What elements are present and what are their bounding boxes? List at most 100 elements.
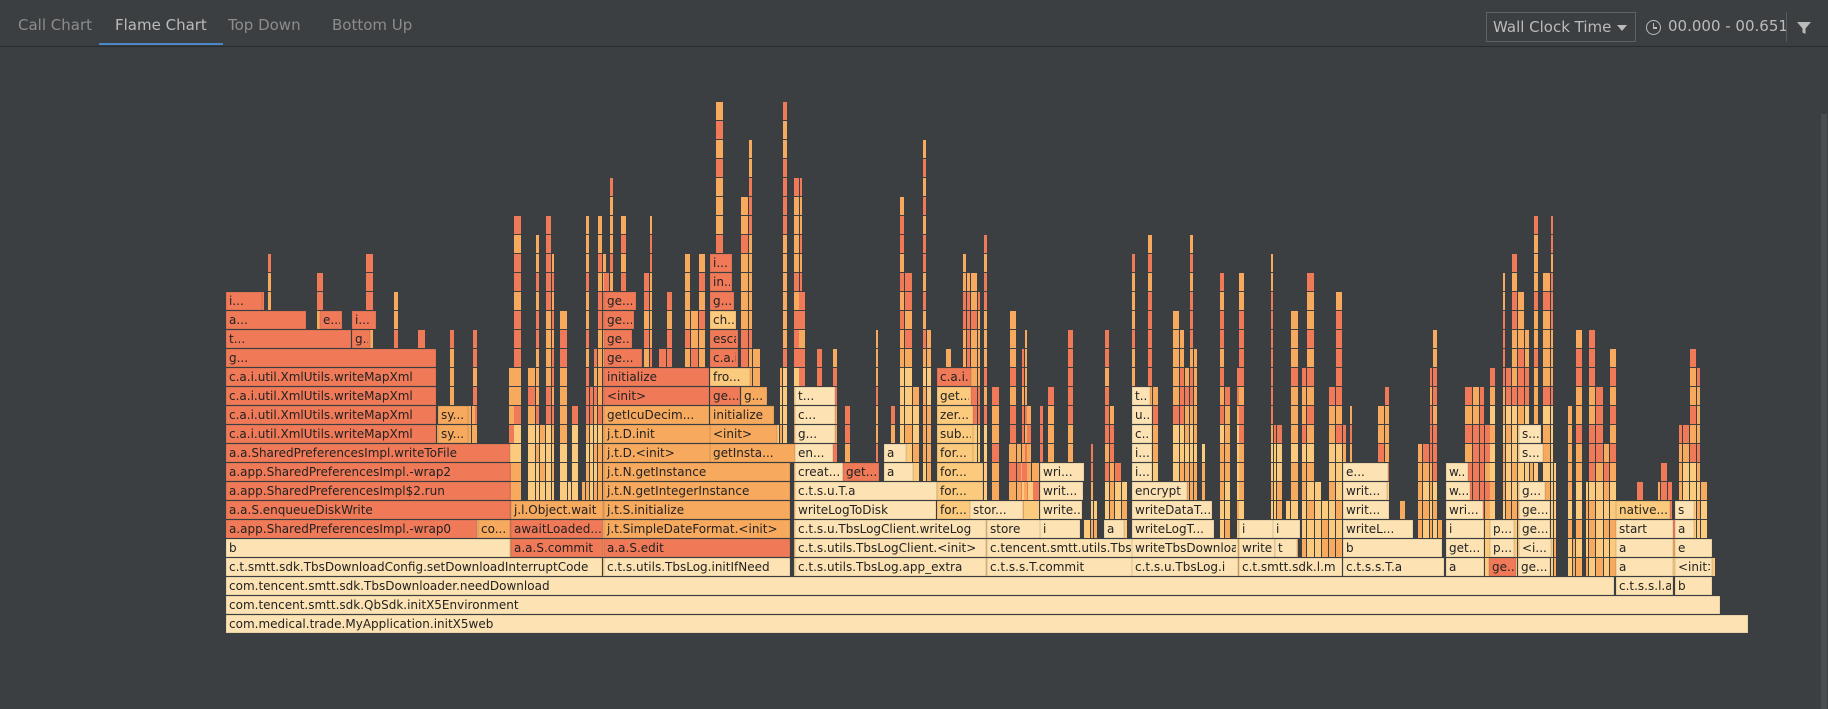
flame-frame-sliver[interactable] (1512, 463, 1517, 481)
flame-frame-sliver[interactable] (1322, 520, 1328, 538)
flame-frame-sliver[interactable] (1679, 482, 1682, 500)
flame-frame-sliver[interactable] (1153, 444, 1158, 462)
flame-frame-sliver[interactable] (1485, 444, 1490, 462)
flame-frame-sliver[interactable] (1190, 425, 1193, 443)
flame-frame-sliver[interactable] (1185, 425, 1189, 443)
flame-frame-sliver[interactable] (514, 368, 521, 386)
flame-frame-sliver[interactable] (1697, 520, 1700, 538)
flame-frame-sliver[interactable] (927, 463, 931, 481)
flame-frame-sliver[interactable] (1173, 368, 1179, 386)
flame-frame-sliver[interactable] (594, 425, 597, 443)
flame-frame[interactable]: w... (1445, 481, 1471, 501)
flame-frame-sliver[interactable] (1576, 368, 1582, 386)
flame-frame-sliver[interactable] (905, 406, 912, 424)
flame-frame-sliver[interactable] (1194, 482, 1197, 500)
flame-frame-sliver[interactable] (817, 349, 822, 367)
flame-frame-sliver[interactable] (1573, 539, 1575, 557)
flame-frame[interactable]: c.a.i.util.XmlUtils.writeMapXml (225, 367, 437, 387)
flame-frame-sliver[interactable] (1490, 501, 1495, 519)
flame-frame-sliver[interactable] (800, 178, 802, 196)
flame-frame-sliver[interactable] (1596, 558, 1603, 576)
flame-frame-sliver[interactable] (1132, 311, 1135, 329)
flame-frame-sliver[interactable] (1589, 387, 1595, 405)
flame-frame-sliver[interactable] (1485, 539, 1490, 557)
flame-frame[interactable]: awaitLoaded... (510, 519, 604, 539)
flame-frame-sliver[interactable] (685, 273, 690, 291)
flame-frame-sliver[interactable] (650, 254, 652, 272)
flame-frame-sliver[interactable] (800, 235, 802, 253)
flame-frame-sliver[interactable] (1350, 425, 1352, 443)
flame-frame-sliver[interactable] (1220, 330, 1224, 348)
flame-frame-sliver[interactable] (1473, 425, 1479, 443)
flame-frame-sliver[interactable] (1418, 444, 1422, 462)
flame-frame[interactable]: c.a.i.u.XmlUtils.writeValueXml (936, 367, 1120, 387)
flame-frame[interactable]: i... (1131, 462, 1153, 482)
flame-frame-sliver[interactable] (978, 330, 980, 348)
flame-frame-sliver[interactable] (1302, 425, 1306, 443)
flame-frame-sliver[interactable] (1307, 292, 1314, 310)
flame-frame-sliver[interactable] (1025, 444, 1027, 462)
flame-frame-sliver[interactable] (783, 406, 787, 424)
flame-frame-sliver[interactable] (799, 311, 805, 329)
flame-frame[interactable]: j.t.D.<init> (603, 443, 712, 463)
flame-frame-sliver[interactable] (546, 273, 551, 291)
flame-frame-sliver[interactable] (1148, 349, 1152, 367)
flame-frame-sliver[interactable] (1322, 501, 1328, 519)
flame-frame-sliver[interactable] (794, 292, 799, 310)
flame-frame-sliver[interactable] (1543, 349, 1550, 367)
flame-frame-sliver[interactable] (783, 368, 787, 386)
flame-frame[interactable]: get... (1445, 538, 1485, 558)
flame-frame-sliver[interactable] (1604, 520, 1609, 538)
flame-frame[interactable]: c... (1131, 424, 1153, 444)
flame-frame-sliver[interactable] (528, 463, 535, 481)
flame-frame-sliver[interactable] (923, 406, 926, 424)
flame-frame-sliver[interactable] (984, 406, 987, 424)
flame-frame-sliver[interactable] (644, 311, 649, 329)
flame-frame-sliver[interactable] (586, 387, 589, 405)
flame-frame[interactable]: s... (1518, 424, 1542, 444)
flame-frame-sliver[interactable] (1194, 368, 1197, 386)
flame-frame-sliver[interactable] (590, 406, 593, 424)
flame-frame-sliver[interactable] (598, 254, 602, 272)
flame-frame-sliver[interactable] (1385, 406, 1389, 424)
flame-frame-sliver[interactable] (794, 178, 799, 196)
flame-frame[interactable]: c.a.i.util.XmlUtils.writeMapXml (225, 405, 437, 425)
flame-frame-sliver[interactable] (546, 235, 551, 253)
flame-frame-sliver[interactable] (876, 368, 878, 386)
flame-frame-sliver[interactable] (1180, 406, 1184, 424)
flame-frame[interactable]: writeLogToDisk (794, 500, 937, 520)
flame-frame[interactable]: getInsta... (709, 443, 798, 463)
flame-frame-sliver[interactable] (845, 406, 850, 424)
flame-frame-sliver[interactable] (984, 425, 987, 443)
flame-frame-sliver[interactable] (1277, 425, 1282, 443)
flame-frame-sliver[interactable] (394, 330, 398, 348)
flame-frame-sliver[interactable] (1336, 482, 1342, 500)
flame-frame[interactable]: get... (936, 386, 972, 406)
flame-frame[interactable]: t... (225, 329, 352, 349)
flame-frame-sliver[interactable] (1132, 273, 1135, 291)
flame-frame-sliver[interactable] (984, 349, 987, 367)
flame-frame-sliver[interactable] (905, 311, 912, 329)
flame-frame-sliver[interactable] (1604, 558, 1609, 576)
flame-frame-sliver[interactable] (598, 330, 602, 348)
flame-frame-sliver[interactable] (1194, 349, 1197, 367)
flame-frame-bar[interactable] (225, 348, 437, 368)
flame-frame-sliver[interactable] (1022, 387, 1024, 405)
flame-frame-sliver[interactable] (923, 140, 926, 158)
flame-frame[interactable]: a.app.SharedPreferencesImpl.-wrap2 (225, 462, 511, 482)
flame-frame-sliver[interactable] (560, 349, 567, 367)
flame-frame-sliver[interactable] (1551, 273, 1553, 291)
flame-frame-sliver[interactable] (1239, 292, 1244, 310)
tab-call-chart[interactable]: Call Chart (18, 0, 92, 44)
flame-frame[interactable]: <i... (1518, 538, 1552, 558)
flame-frame-sliver[interactable] (1554, 520, 1556, 538)
flame-frame-sliver[interactable] (546, 387, 551, 405)
flame-frame-sliver[interactable] (716, 102, 723, 120)
flame-frame-sliver[interactable] (1433, 349, 1437, 367)
flame-frame-sliver[interactable] (1506, 387, 1511, 405)
flame-frame-sliver[interactable] (1589, 558, 1595, 576)
flame-frame-sliver[interactable] (1239, 501, 1244, 519)
flame-frame-sliver[interactable] (967, 330, 970, 348)
flame-frame-sliver[interactable] (1576, 482, 1582, 500)
flame-frame-sliver[interactable] (473, 330, 477, 348)
